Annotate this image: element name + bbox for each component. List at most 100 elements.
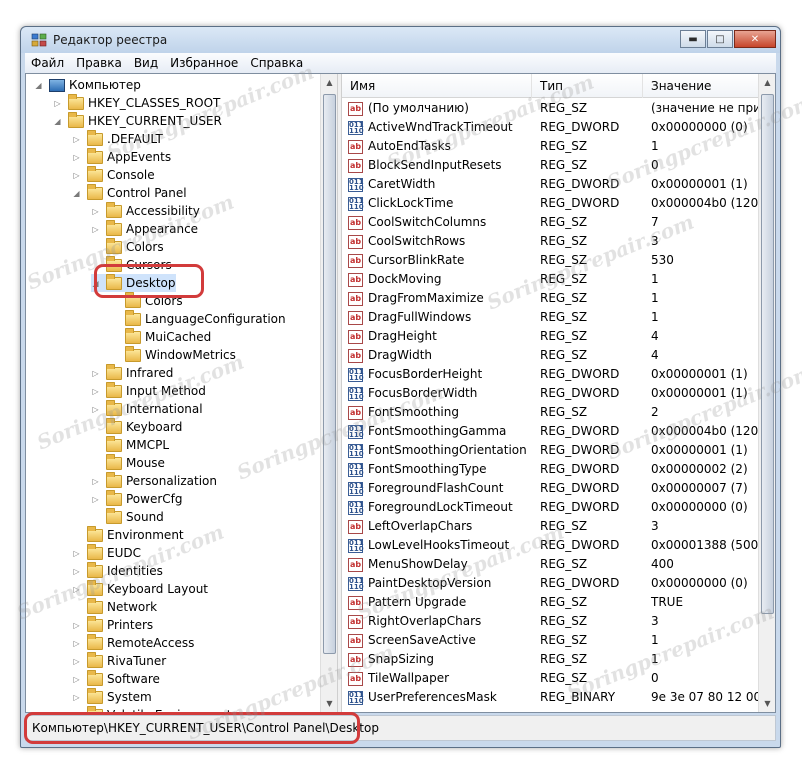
collapse-arrow-icon[interactable]: ▷ <box>72 585 81 594</box>
expand-arrow-icon[interactable]: ◢ <box>53 117 62 126</box>
value-row[interactable]: 011 110 ActiveWndTrackTimeout REG_DWORD 0x00… <box>342 119 758 138</box>
collapse-arrow-icon[interactable]: ▷ <box>91 387 100 396</box>
value-row[interactable]: ab DragHeight REG_SZ 4 <box>342 328 758 347</box>
collapse-arrow-icon[interactable]: ▷ <box>91 477 100 486</box>
collapse-arrow-icon[interactable]: ▷ <box>91 225 100 234</box>
tree-node[interactable]: ▷ AppEvents <box>72 147 171 166</box>
tree-node[interactable]: ▷ Console <box>72 165 155 184</box>
value-row[interactable]: ab CursorBlinkRate REG_SZ 530 <box>342 252 758 271</box>
value-row[interactable]: 011 110 CaretWidth REG_DWORD 0x00000001 (1) <box>342 176 758 195</box>
tree-node[interactable]: Colors <box>91 237 164 256</box>
menu-favorites[interactable]: Избранное <box>170 56 238 70</box>
value-row[interactable]: ab DragFullWindows REG_SZ 1 <box>342 309 758 328</box>
value-row[interactable]: 011 110 ForegroundLockTimeout REG_DWORD 0x00… <box>342 499 758 518</box>
value-row[interactable]: ab DragFromMaximize REG_SZ 1 <box>342 290 758 309</box>
tree-node[interactable]: ▷ Identities <box>72 561 163 580</box>
collapse-arrow-icon[interactable]: ▷ <box>72 567 81 576</box>
tree-scrollbar[interactable]: ▲ ▼ <box>320 74 337 712</box>
tree-node[interactable]: ▷ Volatile Environment <box>72 705 232 713</box>
tree-node[interactable]: ▷ RivaTuner <box>72 651 166 670</box>
value-row[interactable]: ab MenuShowDelay REG_SZ 400 <box>342 556 758 575</box>
value-row[interactable]: 011 110 ForegroundFlashCount REG_DWORD 0x000… <box>342 480 758 499</box>
collapse-arrow-icon[interactable]: ▷ <box>91 405 100 414</box>
tree-node[interactable]: Environment <box>72 525 184 544</box>
scroll-down-icon[interactable]: ▼ <box>321 695 338 712</box>
value-row[interactable]: ab DragWidth REG_SZ 4 <box>342 347 758 366</box>
tree-node[interactable]: Colors <box>110 291 183 310</box>
tree-node[interactable]: WindowMetrics <box>110 345 236 364</box>
value-row[interactable]: ab DockMoving REG_SZ 1 <box>342 271 758 290</box>
tree-node[interactable]: ▷ Personalization <box>91 471 217 490</box>
value-row[interactable]: ab CoolSwitchColumns REG_SZ 7 <box>342 214 758 233</box>
list-scrollbar[interactable]: ▲ ▼ <box>758 74 775 712</box>
tree-node[interactable]: ▷ Keyboard Layout <box>72 579 208 598</box>
collapse-arrow-icon[interactable]: ▷ <box>91 495 100 504</box>
tree-node[interactable]: ▷ Accessibility <box>91 201 200 220</box>
tree-node[interactable]: LanguageConfiguration <box>110 309 286 328</box>
scroll-up-icon[interactable]: ▲ <box>759 74 776 91</box>
tree-node[interactable]: ◢ Control Panel <box>72 183 187 202</box>
value-row[interactable]: ab Pattern Upgrade REG_SZ TRUE <box>342 594 758 613</box>
maximize-button[interactable]: □ <box>707 30 733 48</box>
tree-node[interactable]: ▷ Infrared <box>91 363 173 382</box>
tree-node[interactable]: Keyboard <box>91 417 182 436</box>
value-row[interactable]: ab LeftOverlapChars REG_SZ 3 <box>342 518 758 537</box>
column-value[interactable]: Значение <box>643 74 758 98</box>
tree-node[interactable]: Network <box>72 597 157 616</box>
tree-node[interactable]: ▷ Software <box>72 669 160 688</box>
value-row[interactable]: 011 110 FocusBorderWidth REG_DWORD 0x0000000… <box>342 385 758 404</box>
collapse-arrow-icon[interactable]: ▷ <box>72 657 81 666</box>
menu-help[interactable]: Справка <box>250 56 303 70</box>
menu-edit[interactable]: Правка <box>76 56 122 70</box>
expand-arrow-icon[interactable]: ◢ <box>34 81 43 90</box>
value-row[interactable]: 011 110 PaintDesktopVersion REG_DWORD 0x0000… <box>342 575 758 594</box>
tree-node[interactable]: ▷ Appearance <box>91 219 198 238</box>
value-row[interactable]: 011 110 FocusBorderHeight REG_DWORD 0x000000… <box>342 366 758 385</box>
collapse-arrow-icon[interactable]: ▷ <box>72 621 81 630</box>
tree-node[interactable]: ▷ RemoteAccess <box>72 633 194 652</box>
tree-node[interactable]: Sound <box>91 507 164 526</box>
value-row[interactable]: ab ScreenSaveActive REG_SZ 1 <box>342 632 758 651</box>
value-row[interactable]: ab RightOverlapChars REG_SZ 3 <box>342 613 758 632</box>
collapse-arrow-icon[interactable]: ▷ <box>72 693 81 702</box>
value-row[interactable]: 011 110 FontSmoothingOrientation REG_DWORD 0… <box>342 442 758 461</box>
menu-view[interactable]: Вид <box>134 56 158 70</box>
tree-node[interactable]: ▷ Input Method <box>91 381 206 400</box>
menu-file[interactable]: Файл <box>31 56 64 70</box>
expand-arrow-icon[interactable]: ◢ <box>72 189 81 198</box>
value-row[interactable]: ab SnapSizing REG_SZ 1 <box>342 651 758 670</box>
collapse-arrow-icon[interactable]: ▷ <box>72 153 81 162</box>
tree-node[interactable]: MuiCached <box>110 327 211 346</box>
tree-scroll-thumb[interactable] <box>323 94 336 654</box>
value-row[interactable]: 011 110 FontSmoothingType REG_DWORD 0x000000… <box>342 461 758 480</box>
tree-node[interactable]: ▷ System <box>72 687 152 706</box>
column-name[interactable]: Имя <box>342 74 532 98</box>
collapse-arrow-icon[interactable]: ▷ <box>72 549 81 558</box>
tree-node[interactable]: ◢ Компьютер <box>34 76 141 94</box>
close-button[interactable]: ✕ <box>734 30 776 48</box>
tree-node[interactable]: ◢ Desktop <box>91 273 176 292</box>
expand-arrow-icon[interactable]: ◢ <box>91 279 100 288</box>
tree-node[interactable]: Cursors <box>91 255 172 274</box>
value-row[interactable]: ab FontSmoothing REG_SZ 2 <box>342 404 758 423</box>
value-row[interactable]: ab AutoEndTasks REG_SZ 1 <box>342 138 758 157</box>
tree-node[interactable]: ▷ PowerCfg <box>91 489 183 508</box>
collapse-arrow-icon[interactable]: ▷ <box>72 639 81 648</box>
tree-node[interactable]: ▷ International <box>91 399 203 418</box>
value-row[interactable]: 011 110 LowLevelHooksTimeout REG_DWORD 0x000… <box>342 537 758 556</box>
value-row[interactable]: 011 110 UserPreferencesMask REG_BINARY 9e 3e… <box>342 689 758 708</box>
collapse-arrow-icon[interactable]: ▷ <box>91 207 100 216</box>
tree-node[interactable]: ▷ HKEY_CLASSES_ROOT <box>53 93 220 112</box>
minimize-button[interactable]: ▬ <box>680 30 706 48</box>
value-row[interactable]: ab BlockSendInputResets REG_SZ 0 <box>342 157 758 176</box>
tree-node[interactable]: MMCPL <box>91 435 169 454</box>
tree-node[interactable]: ▷ Printers <box>72 615 153 634</box>
value-row[interactable]: 011 110 FontSmoothingGamma REG_DWORD 0x00000… <box>342 423 758 442</box>
tree-node[interactable]: ◢ HKEY_CURRENT_USER <box>53 111 222 130</box>
scroll-up-icon[interactable]: ▲ <box>321 74 338 91</box>
value-row[interactable]: ab (По умолчанию) REG_SZ (значение не присв <box>342 100 758 119</box>
column-type[interactable]: Тип <box>532 74 643 98</box>
collapse-arrow-icon[interactable]: ▷ <box>91 369 100 378</box>
collapse-arrow-icon[interactable]: ▷ <box>72 711 81 713</box>
collapse-arrow-icon[interactable]: ▷ <box>72 135 81 144</box>
